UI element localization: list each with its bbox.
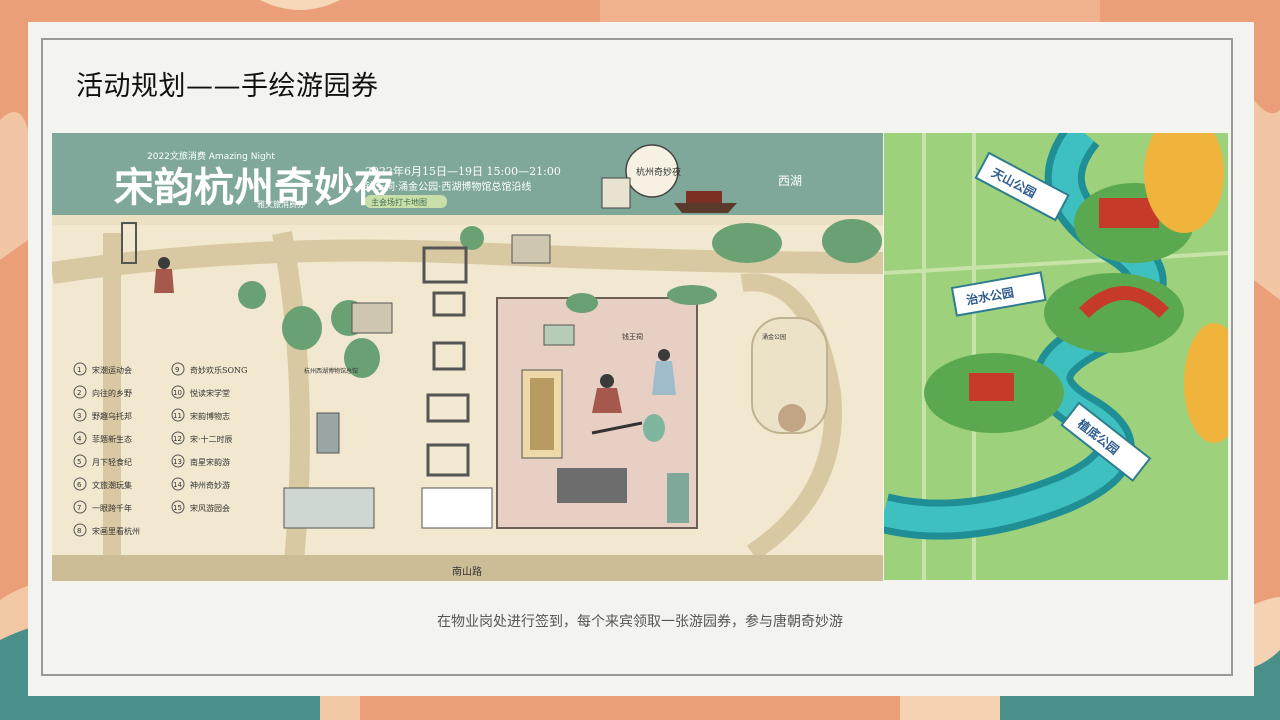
banner-tag: 主会场打卡地图 <box>371 197 427 207</box>
svg-text:宋画里看杭州: 宋画里看杭州 <box>92 526 140 536</box>
svg-text:悦读宋学堂: 悦读宋学堂 <box>190 388 230 398</box>
side-map-svg: 天山公园 治水公园 植底公园 <box>884 133 1228 580</box>
boat <box>674 203 737 213</box>
svg-text:15: 15 <box>173 504 182 512</box>
svg-text:文旅潮玩集: 文旅潮玩集 <box>92 480 132 490</box>
svg-text:1: 1 <box>77 366 81 374</box>
svg-text:8: 8 <box>77 527 81 535</box>
svg-text:南星宋韵游: 南星宋韵游 <box>190 457 230 467</box>
svg-text:3: 3 <box>77 412 81 420</box>
banner-date: 2022年6月15日—19日 15:00—21:00 <box>365 164 561 178</box>
stamp-text: 杭州奇妙夜 <box>636 166 681 178</box>
svg-text:5: 5 <box>77 458 81 466</box>
svg-text:10: 10 <box>173 389 182 397</box>
svg-text:12: 12 <box>173 435 182 443</box>
map-svg: 2022文旅消费 Amazing Night 宋韵杭州奇妙夜 2022年6月15… <box>52 133 883 581</box>
slide-caption: 在物业岗处进行签到，每个来宾领取一张游园券，参与唐朝奇妙游 <box>437 614 843 630</box>
svg-text:4: 4 <box>77 435 82 443</box>
svg-text:13: 13 <box>173 458 182 466</box>
svg-text:7: 7 <box>77 504 81 512</box>
svg-text:神州奇妙游: 神州奇妙游 <box>190 480 230 490</box>
banner-title: 宋韵杭州奇妙夜 <box>114 164 395 211</box>
park-route-map: 天山公园 治水公园 植底公园 <box>884 133 1228 580</box>
svg-text:2: 2 <box>77 389 81 397</box>
slide-title: 活动规划——手绘游园券 <box>76 71 379 102</box>
svg-text:6: 6 <box>77 481 82 489</box>
svg-text:14: 14 <box>173 481 182 489</box>
svg-text:9: 9 <box>175 366 179 374</box>
svg-text:月下轻食纪: 月下轻食纪 <box>92 457 132 467</box>
svg-text:宋韵博物志: 宋韵博物志 <box>190 411 230 421</box>
svg-text:向往的乡野: 向往的乡野 <box>92 388 132 398</box>
qianwang-label: 钱王祠 <box>622 332 643 341</box>
garden-map-illustration: 2022文旅消费 Amazing Night 宋韵杭州奇妙夜 2022年6月15… <box>52 133 883 581</box>
voucher-label: 雅文旅消费券 <box>257 199 305 209</box>
road-label: 南山路 <box>452 565 482 578</box>
svg-text:菲题新生态: 菲题新生态 <box>92 434 132 444</box>
banner-subtitle: 2022文旅消费 Amazing Night <box>147 150 275 162</box>
banner-route: 钱王祠·涌金公园·西湖博物馆总馆沿线 <box>365 180 531 193</box>
svg-text:宋潮运动会: 宋潮运动会 <box>92 365 132 375</box>
svg-text:奇妙欢乐SONG: 奇妙欢乐SONG <box>190 365 247 375</box>
svg-text:宋风游园会: 宋风游园会 <box>190 503 230 513</box>
west-lake-label: 西湖 <box>778 173 802 188</box>
svg-text:野趣乌托邦: 野趣乌托邦 <box>92 411 132 421</box>
museum-label: 杭州西湖博物馆总馆 <box>304 367 358 375</box>
svg-text:宋·十二时辰: 宋·十二时辰 <box>190 434 233 444</box>
svg-text:一眼跨千年: 一眼跨千年 <box>92 503 132 513</box>
yongjin-label: 涌金公园 <box>762 333 786 341</box>
svg-text:11: 11 <box>173 412 182 420</box>
